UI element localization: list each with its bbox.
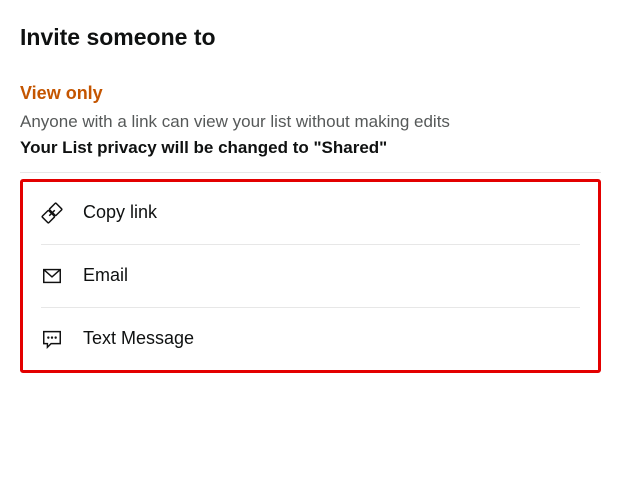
- text-message-icon: [41, 328, 83, 350]
- permission-description: Anyone with a link can view your list wi…: [20, 110, 601, 134]
- email-option[interactable]: Email: [41, 244, 580, 307]
- divider: [20, 172, 601, 173]
- link-icon: [41, 202, 83, 224]
- share-options-list: Copy link Email Text Message: [20, 179, 601, 373]
- page-title: Invite someone to: [20, 24, 601, 51]
- permission-subtitle: View only: [20, 83, 601, 104]
- option-label: Email: [83, 265, 128, 286]
- privacy-note: Your List privacy will be changed to "Sh…: [20, 138, 601, 158]
- option-label: Copy link: [83, 202, 157, 223]
- option-label: Text Message: [83, 328, 194, 349]
- email-icon: [41, 265, 83, 287]
- copy-link-option[interactable]: Copy link: [41, 182, 580, 244]
- text-message-option[interactable]: Text Message: [41, 307, 580, 370]
